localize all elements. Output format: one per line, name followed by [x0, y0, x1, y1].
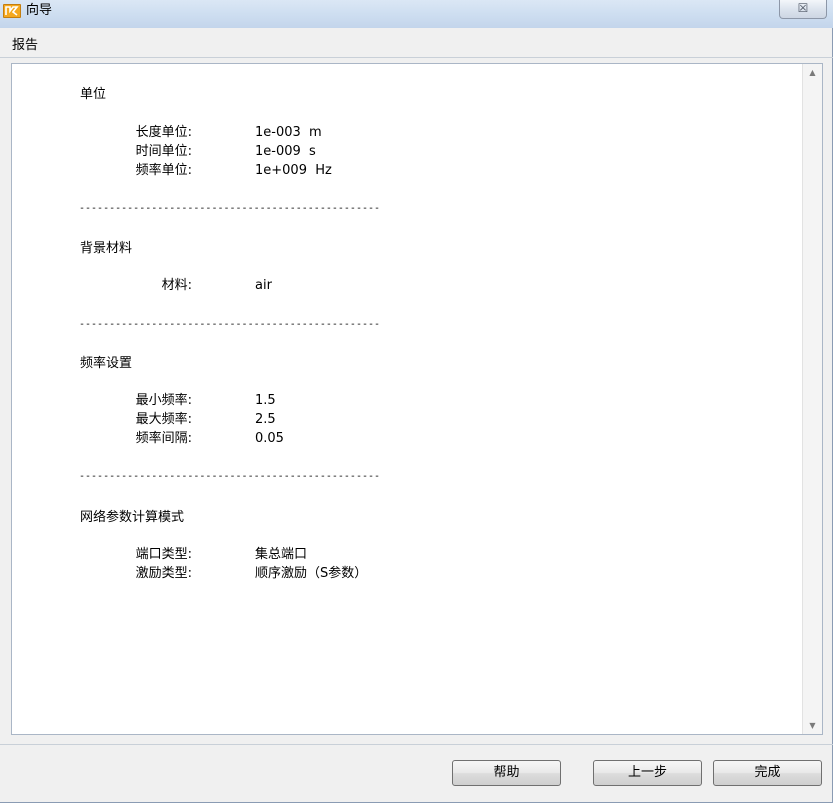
separator-line: ----------------------------------------… [79, 471, 381, 482]
time-unit-value: 1e-009 s [255, 144, 316, 159]
header-divider [0, 57, 833, 58]
frequency-settings-heading: 频率设置 [80, 356, 133, 371]
finish-button[interactable]: 完成 [713, 760, 822, 786]
background-material-heading: 背景材料 [80, 241, 133, 256]
back-button[interactable]: 上一步 [593, 760, 702, 786]
excitation-type-label: 激励类型: [135, 566, 192, 581]
app-icon [3, 4, 21, 18]
frequency-step-label: 频率间隔: [135, 431, 192, 446]
frequency-unit-value: 1e+009 Hz [255, 163, 332, 178]
units-heading: 单位 [80, 87, 107, 102]
port-type-value: 集总端口 [255, 547, 308, 562]
min-frequency-label: 最小频率: [135, 393, 192, 408]
title-bar[interactable]: 向导 ☒ [0, 0, 833, 28]
wizard-window: 向导 ☒ 报告 单位 长度单位: 1e-003 m 时间单位: 1e-009 s… [0, 0, 833, 803]
vertical-scrollbar[interactable]: ▲ ▼ [802, 64, 822, 734]
material-label: 材料: [161, 278, 192, 293]
frequency-unit-label: 频率单位: [135, 163, 192, 178]
network-parameter-mode-heading: 网络参数计算模式 [80, 510, 185, 525]
port-type-label: 端口类型: [135, 547, 192, 562]
length-unit-value: 1e-003 m [255, 125, 322, 140]
material-value: air [255, 278, 272, 293]
time-unit-label: 时间单位: [135, 144, 192, 159]
frequency-step-value: 0.05 [255, 431, 284, 446]
section-title: 报告 [12, 38, 39, 53]
excitation-type-value: 顺序激励（S参数） [255, 566, 368, 581]
app-logo-glyph [5, 6, 19, 16]
separator-line: ----------------------------------------… [79, 319, 381, 330]
length-unit-label: 长度单位: [135, 125, 192, 140]
report-text-area[interactable]: 单位 长度单位: 1e-003 m 时间单位: 1e-009 s 频率单位: 1… [11, 63, 823, 735]
help-button[interactable]: 帮助 [452, 760, 561, 786]
footer-divider [0, 744, 833, 745]
close-button[interactable]: ☒ [779, 0, 827, 19]
max-frequency-label: 最大频率: [135, 412, 192, 427]
scroll-up-arrow-icon[interactable]: ▲ [803, 64, 822, 81]
scroll-down-arrow-icon[interactable]: ▼ [803, 717, 822, 734]
close-icon: ☒ [797, 1, 809, 15]
separator-line: ----------------------------------------… [79, 203, 381, 214]
max-frequency-value: 2.5 [255, 412, 276, 427]
min-frequency-value: 1.5 [255, 393, 276, 408]
window-title: 向导 [26, 3, 53, 18]
report-content: 单位 长度单位: 1e-003 m 时间单位: 1e-009 s 频率单位: 1… [12, 64, 802, 734]
